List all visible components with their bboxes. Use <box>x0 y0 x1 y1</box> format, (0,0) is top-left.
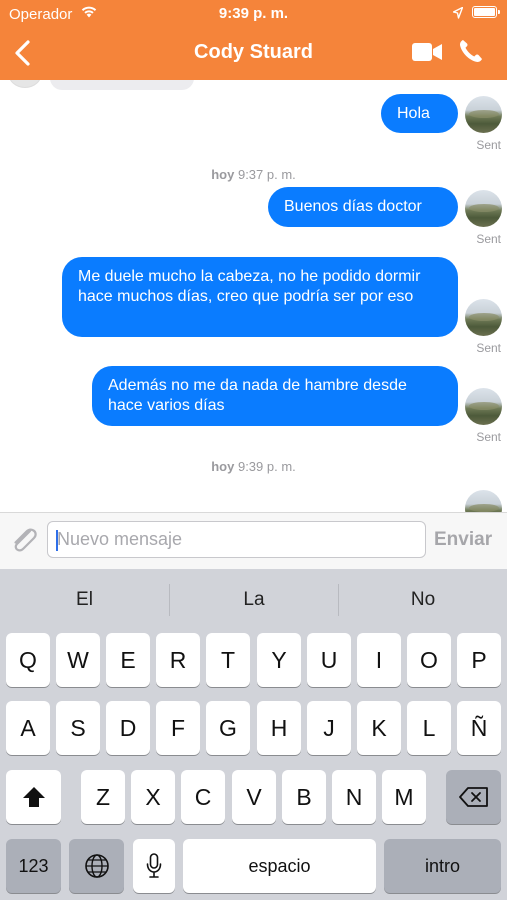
key-k[interactable]: K <box>357 701 401 755</box>
message-status: Sent <box>476 341 501 355</box>
incoming-message-bubble <box>50 80 194 90</box>
shift-icon <box>22 787 45 807</box>
message-input-field[interactable] <box>47 521 426 558</box>
delete-icon <box>458 787 488 807</box>
key-u[interactable]: U <box>307 633 351 687</box>
return-key[interactable]: intro <box>384 839 501 893</box>
key-y[interactable]: Y <box>257 633 301 687</box>
battery-icon <box>472 6 500 18</box>
key-f[interactable]: F <box>156 701 200 755</box>
key-q[interactable]: Q <box>6 633 50 687</box>
message-status: Sent <box>476 430 501 444</box>
microphone-icon <box>146 853 162 878</box>
microphone-key[interactable] <box>133 839 175 893</box>
key-c[interactable]: C <box>181 770 225 824</box>
timestamp: hoy 9:37 p. m. <box>0 167 507 182</box>
user-avatar <box>465 490 502 512</box>
conversation[interactable]: Hola Sent hoy 9:37 p. m. Buenos días doc… <box>0 80 507 512</box>
message-bubble[interactable]: Buenos días doctor <box>268 187 458 227</box>
globe-icon <box>84 854 109 878</box>
key-z[interactable]: Z <box>81 770 125 824</box>
user-avatar <box>465 388 502 425</box>
message-bubble[interactable]: Además no me da nada de hambre desde hac… <box>92 366 458 426</box>
user-avatar <box>465 190 502 227</box>
key-d[interactable]: D <box>106 701 150 755</box>
space-key[interactable]: espacio <box>183 839 376 893</box>
numbers-key[interactable]: 123 <box>6 839 61 893</box>
key-j[interactable]: J <box>307 701 351 755</box>
key-n[interactable]: N <box>332 770 376 824</box>
key-e[interactable]: E <box>106 633 150 687</box>
key-s[interactable]: S <box>56 701 100 755</box>
status-bar: Operador 9:39 p. m. <box>0 0 507 28</box>
key-o[interactable]: O <box>407 633 451 687</box>
user-avatar <box>465 299 502 336</box>
message-status: Sent <box>476 138 501 152</box>
key-n-tilde[interactable]: Ñ <box>457 701 501 755</box>
message-status: Sent <box>476 232 501 246</box>
key-m[interactable]: M <box>382 770 426 824</box>
timestamp-day: hoy <box>211 167 235 182</box>
text-cursor <box>56 530 58 551</box>
suggestion-bar: El La No <box>0 569 507 629</box>
timestamp-time: 9:37 p. m. <box>237 167 296 182</box>
delete-key[interactable] <box>446 770 501 824</box>
keyboard: El La No Q W E R T Y U I O P A S D F G H… <box>0 569 507 900</box>
suggestion-item[interactable]: El <box>0 569 169 629</box>
key-b[interactable]: B <box>282 770 326 824</box>
phone-icon[interactable] <box>458 38 484 64</box>
suggestion-item[interactable]: No <box>339 569 507 629</box>
key-t[interactable]: T <box>206 633 250 687</box>
globe-key[interactable] <box>69 839 124 893</box>
timestamp-time: 9:39 p. m. <box>237 459 296 474</box>
suggestion-item[interactable]: La <box>170 569 338 629</box>
shift-key[interactable] <box>6 770 61 824</box>
key-i[interactable]: I <box>357 633 401 687</box>
composer-bar: Enviar <box>0 512 507 569</box>
contact-avatar <box>8 80 42 88</box>
key-v[interactable]: V <box>232 770 276 824</box>
key-x[interactable]: X <box>131 770 175 824</box>
send-button[interactable]: Enviar <box>434 529 492 551</box>
key-w[interactable]: W <box>56 633 100 687</box>
message-input[interactable] <box>48 522 425 557</box>
message-bubble[interactable]: Hola <box>381 94 458 133</box>
key-r[interactable]: R <box>156 633 200 687</box>
timestamp-day: hoy <box>211 459 235 474</box>
message-bubble[interactable]: Me duele mucho la cabeza, no he podido d… <box>62 257 458 337</box>
key-h[interactable]: H <box>257 701 301 755</box>
key-l[interactable]: L <box>407 701 451 755</box>
navigation-bar: Cody Stuard <box>0 28 507 80</box>
timestamp: hoy 9:39 p. m. <box>0 459 507 474</box>
clock: 9:39 p. m. <box>218 5 289 22</box>
top-bar: Operador 9:39 p. m. Cody Stuard <box>0 0 507 80</box>
key-g[interactable]: G <box>206 701 250 755</box>
paperclip-icon[interactable] <box>8 525 40 555</box>
user-avatar <box>465 96 502 133</box>
video-camera-icon[interactable] <box>412 42 442 62</box>
location-icon <box>453 7 463 19</box>
key-p[interactable]: P <box>457 633 501 687</box>
key-a[interactable]: A <box>6 701 50 755</box>
